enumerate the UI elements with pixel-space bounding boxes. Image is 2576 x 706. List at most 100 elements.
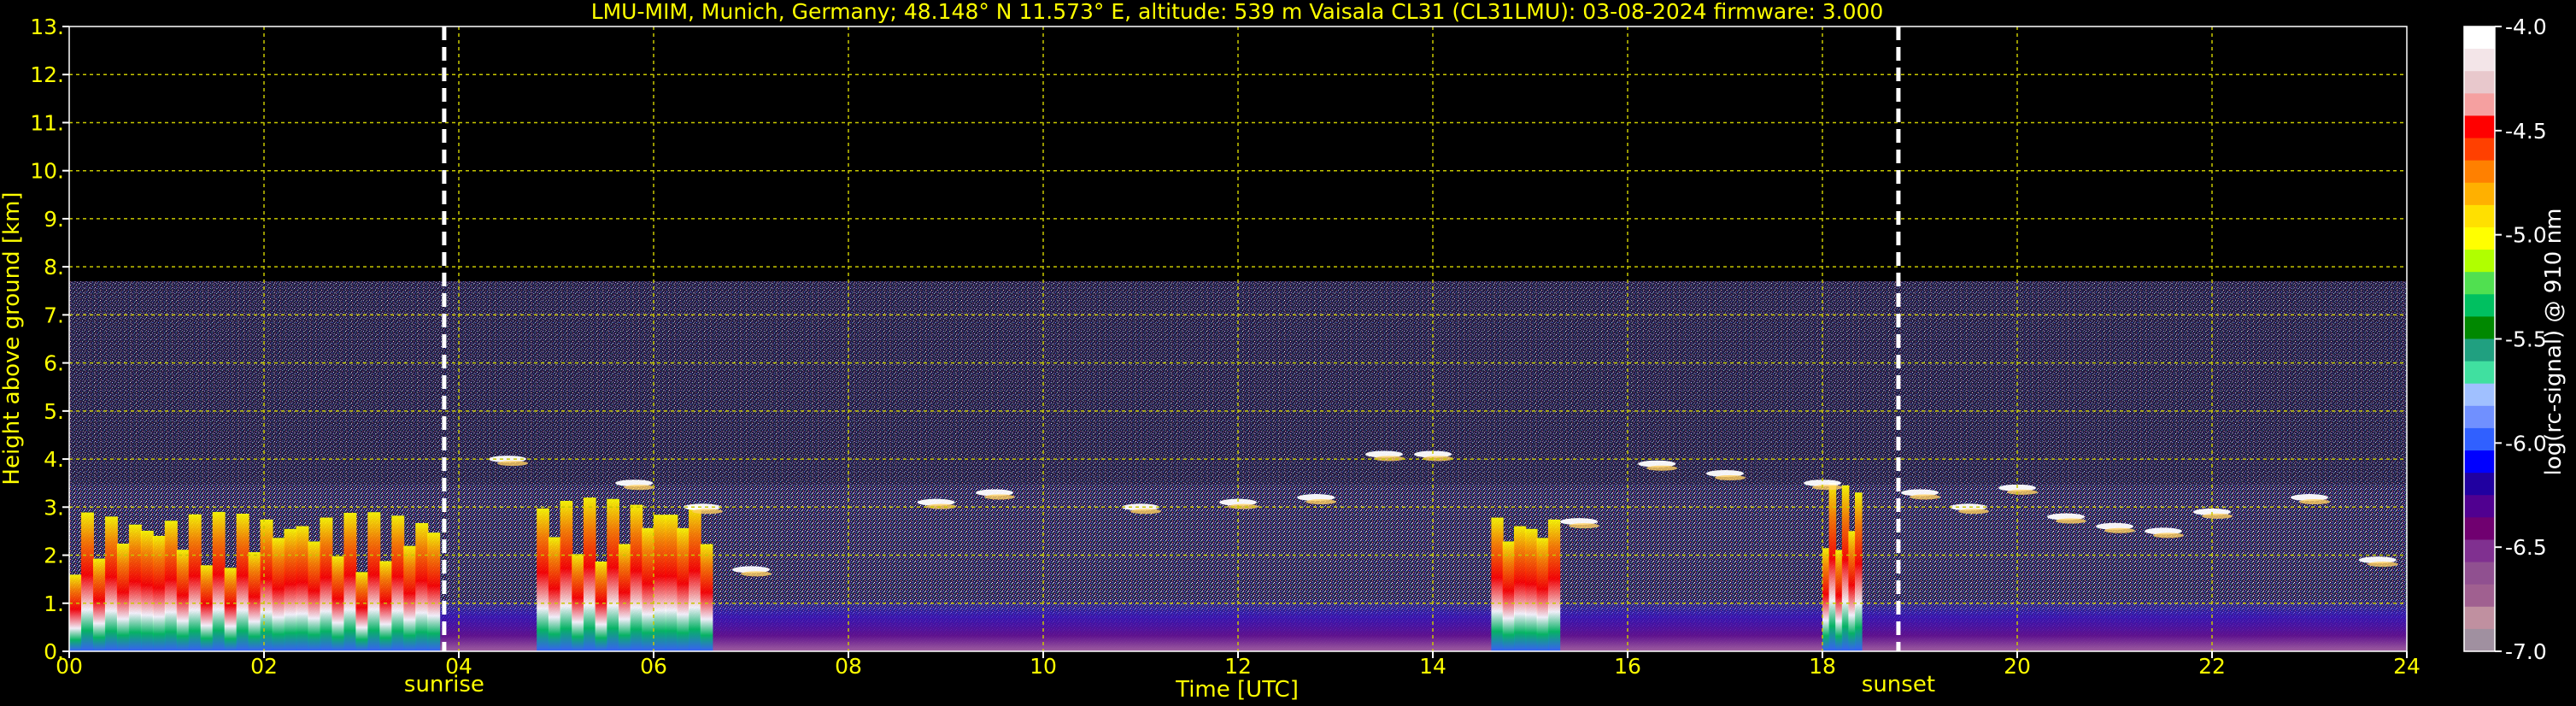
strong-signal-column [560,500,573,651]
strong-signal-column [654,515,666,651]
colorbar-segment [2464,160,2495,184]
cloud-edge [1569,523,1599,529]
colorbar-segment [2464,539,2495,563]
strong-signal-column [188,514,202,651]
colorbar-segment [2464,584,2495,608]
x-tick-label: 20 [2004,654,2031,679]
strong-signal-column [1514,526,1527,651]
sunset-label: sunset [1862,672,1935,697]
colorbar-segment [2464,93,2495,117]
colorbar-segment [2464,405,2495,429]
strong-signal-column [1835,550,1843,651]
strong-signal-column [224,568,238,651]
strong-signal-column [415,522,429,651]
strong-signal-column [630,504,643,651]
y-tick-label: 0. [44,639,64,664]
strong-signal-column [212,511,226,651]
y-tick-label: 4. [44,447,64,472]
strong-signal-column [403,545,417,651]
x-tick-label: 22 [2198,654,2226,679]
x-tick-label: 10 [1030,654,1057,679]
colorbar-segment [2464,316,2495,340]
colorbar-segment [2464,628,2495,652]
y-tick-label: 1. [44,591,64,616]
cloud-edge [1910,494,1940,500]
x-tick-label: 12 [1224,654,1252,679]
strong-signal-column [152,535,166,651]
cloud-edge [1715,474,1746,480]
y-tick-label: 10. [30,159,64,184]
colorbar-segment [2464,26,2495,50]
colorbar-segment [2464,517,2495,541]
cloud-edge [692,509,723,515]
x-tick-label: 18 [1809,654,1836,679]
strong-signal-column [320,517,333,651]
colorbar-segment [2464,473,2495,496]
strong-signal-column [308,541,321,651]
chart-title: LMU-MIM, Munich, Germany; 48.148° N 11.5… [591,0,1884,24]
cloud-edge [741,571,772,577]
colorbar-segment [2464,294,2495,317]
colorbar-segment [2464,383,2495,407]
strong-signal-column [1841,485,1850,651]
y-tick-label: 8. [44,255,64,279]
strong-signal-column [355,572,369,651]
strong-signal-column [1502,541,1515,651]
strong-signal-column [200,565,214,651]
cloud-edge [2007,489,2038,495]
strong-signal-column [1822,548,1830,651]
strong-signal-column [379,561,393,651]
strong-signal-column [700,544,713,651]
strong-signal-column [1491,517,1504,651]
strong-signal-column [677,527,690,651]
x-tick-label: 14 [1419,654,1446,679]
cloud-edge [1812,485,1843,491]
strong-signal-column [296,526,309,651]
y-tick-label: 9. [44,207,64,232]
colorbar-segment [2464,361,2495,385]
strong-signal-column [607,498,619,651]
colorbar-segment [2464,115,2495,139]
colorbar-tick-label: -4.5 [2505,119,2547,144]
colorbar-segment [2464,562,2495,585]
strong-signal-column [618,544,631,651]
cloud-edge [2104,527,2135,533]
cloud-edge [2299,499,2330,505]
strong-signal-column [164,521,178,651]
strong-signal-column [391,515,405,651]
cloud-edge [1646,465,1678,471]
strong-signal-column [80,512,94,651]
x-tick-label: 02 [250,654,278,679]
strong-signal-column [689,504,701,651]
x-tick-label: 24 [2393,654,2421,679]
y-tick-label: 2. [44,544,64,568]
strong-signal-column [140,530,154,651]
y-axis-label: Height above ground [km] [0,191,25,485]
strong-signal-column [642,527,654,651]
strong-signal-column [367,512,381,651]
cloud-edge [1958,509,1989,515]
colorbar-tick-label: -4.0 [2505,15,2547,39]
ceilometer-chart: sunrise sunset 00 02 04 06 08 10 12 14 16 18 20 22 24… [0,0,2567,703]
cloud-edge [497,461,528,467]
x-tick-label: 06 [640,654,667,679]
colorbar-segment [2464,427,2495,451]
strong-signal-column [665,515,678,651]
strong-signal-column [128,524,142,651]
strong-signal-column [69,574,82,651]
strong-signal-column [284,528,297,651]
strong-signal-column [343,512,357,651]
strong-signal-column [92,558,106,651]
y-tick-label: 5. [44,399,64,424]
strong-signal-column [583,497,596,651]
strong-signal-column [595,561,608,651]
strong-signal-column [548,537,561,651]
strong-signal-column [1828,483,1837,651]
strong-signal-column [116,544,130,651]
strong-signal-column [1855,492,1863,651]
y-tick-label: 12. [30,62,64,87]
strong-signal-column [260,519,273,651]
y-tick-label: 13. [30,15,64,39]
cloud-edge [2367,562,2398,568]
strong-signal-column [1525,528,1538,651]
